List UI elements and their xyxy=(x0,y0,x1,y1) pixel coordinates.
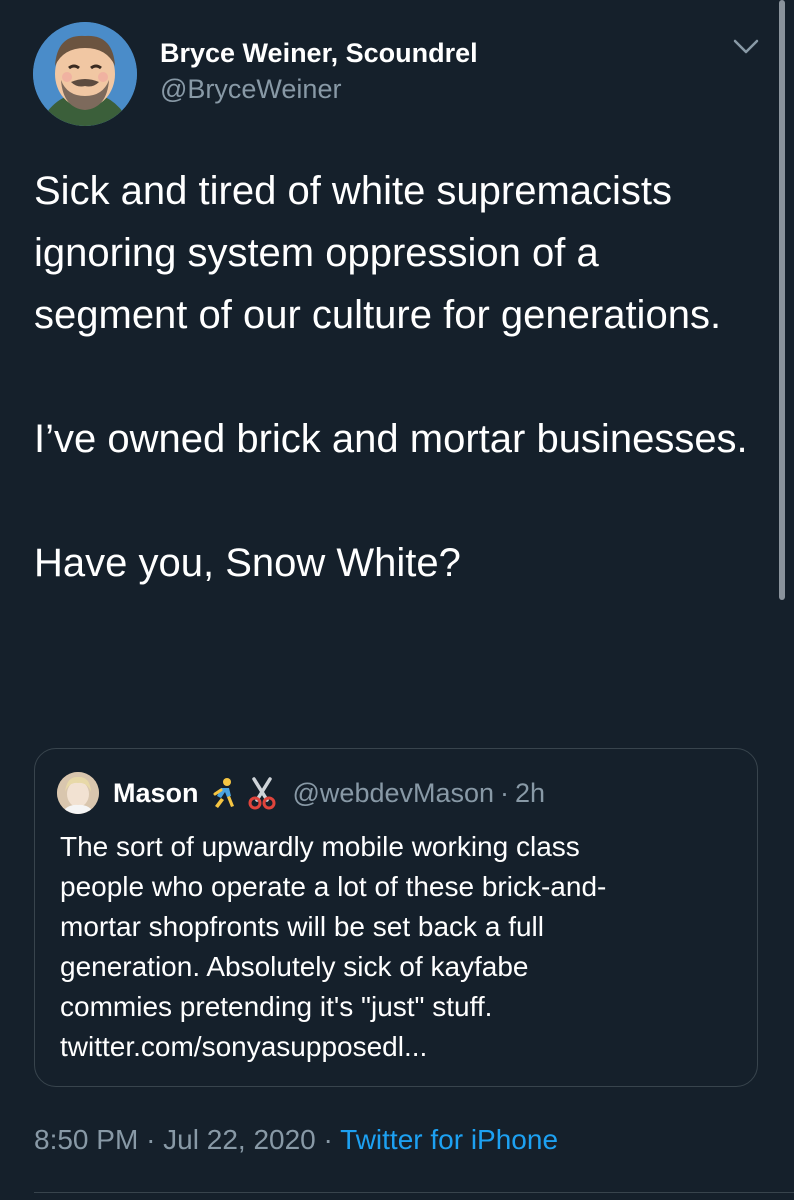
scrollbar[interactable] xyxy=(779,0,785,600)
author-handle[interactable]: @BryceWeiner xyxy=(160,72,478,106)
tweet-paragraph: I’ve owned brick and mortar businesses. xyxy=(34,417,748,461)
quoted-text-line: mortar shopfronts will be set back a ful… xyxy=(60,911,544,942)
dot-separator: · xyxy=(500,777,510,808)
quoted-author-handle: @webdevMason xyxy=(292,777,495,808)
person-running-emoji-icon xyxy=(207,776,241,810)
scissors-emoji-icon xyxy=(245,776,279,810)
quoted-link[interactable]: twitter.com/sonyasupposedl... xyxy=(60,1027,740,1067)
tweet-meta: 8:50 PM · Jul 22, 2020 · Twitter for iPh… xyxy=(34,1120,558,1160)
quoted-tweet-text: The sort of upwardly mobile working clas… xyxy=(60,827,740,1067)
quoted-text-line: The sort of upwardly mobile working clas… xyxy=(60,831,580,862)
chevron-down-icon[interactable] xyxy=(731,36,761,58)
tweet-paragraph: Sick and tired of white supremacists ign… xyxy=(34,169,722,337)
quoted-author-avatar xyxy=(57,772,99,814)
author-names: Bryce Weiner, Scoundrel @BryceWeiner xyxy=(160,36,478,106)
cartoon-avatar-icon xyxy=(33,22,137,126)
tweet-date: Jul 22, 2020 xyxy=(163,1124,316,1155)
tweet-header: Bryce Weiner, Scoundrel @BryceWeiner xyxy=(33,22,768,126)
dot-separator: · xyxy=(146,1124,156,1155)
quoted-author-name: Mason xyxy=(113,777,199,808)
quoted-tweet-time: 2h xyxy=(515,777,546,808)
divider xyxy=(34,1192,794,1193)
tweet-text: Sick and tired of white supremacists ign… xyxy=(34,160,754,594)
quoted-tweet-header: Mason @webdevMason · 2h xyxy=(57,772,546,814)
quoted-text-line: commies pretending it's "just" stuff. xyxy=(60,991,493,1022)
author-avatar[interactable] xyxy=(33,22,137,126)
quoted-text-line: generation. Absolutely sick of kayfabe xyxy=(60,951,529,982)
tweet-source-link[interactable]: Twitter for iPhone xyxy=(340,1124,558,1155)
tweet-detail: Bryce Weiner, Scoundrel @BryceWeiner Sic… xyxy=(0,0,794,1200)
author-display-name[interactable]: Bryce Weiner, Scoundrel xyxy=(160,36,478,70)
tweet-time: 8:50 PM xyxy=(34,1124,139,1155)
quoted-text-line: people who operate a lot of these brick-… xyxy=(60,871,607,902)
quoted-tweet-card[interactable]: Mason @webdevMason · 2h The sort of upwa… xyxy=(34,748,758,1087)
tweet-paragraph: Have you, Snow White? xyxy=(34,541,461,585)
dot-separator: · xyxy=(323,1124,333,1155)
